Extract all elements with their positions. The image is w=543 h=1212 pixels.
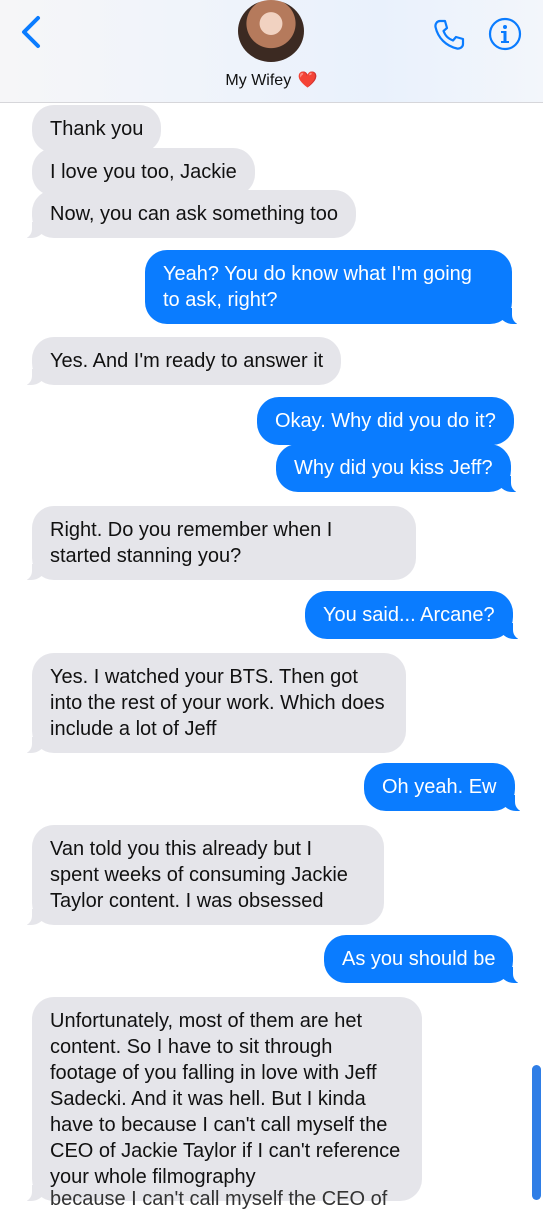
message-bubble-incoming[interactable]: Yes. And I'm ready to answer it bbox=[19, 337, 342, 386]
message-bubble-incoming[interactable]: Unfortunately, most of them are het cont… bbox=[20, 997, 422, 1202]
phone-icon[interactable] bbox=[432, 18, 466, 52]
message-thread[interactable]: Thank you I love you too, Jackie Now, yo… bbox=[0, 103, 543, 1202]
message-bubble-outgoing[interactable]: Why did you kiss Jeff? bbox=[276, 444, 523, 493]
message-bubble-incoming[interactable]: Van told you this already but I spent we… bbox=[20, 825, 384, 926]
message-bubble-outgoing[interactable]: Okay. Why did you do it? bbox=[257, 397, 514, 445]
conversation-header: My Wifey ❤️ bbox=[0, 0, 543, 103]
message-bubble-outgoing[interactable]: As you should be bbox=[324, 935, 526, 984]
message-bubble-outgoing[interactable]: You said... Arcane? bbox=[305, 591, 525, 640]
contact-name-text: My Wifey bbox=[225, 72, 292, 89]
back-chevron-icon[interactable] bbox=[16, 14, 50, 50]
message-bubble-incoming[interactable]: Right. Do you remember when I started st… bbox=[20, 506, 416, 581]
message-bubble-incoming[interactable]: Yes. I watched your BTS. Then got into t… bbox=[20, 653, 406, 754]
message-bubble-outgoing[interactable]: Oh yeah. Ew bbox=[364, 763, 526, 812]
heart-emoji: ❤️ bbox=[297, 72, 318, 89]
message-bubble-incoming[interactable]: Now, you can ask something too bbox=[20, 190, 356, 239]
message-bubble-incoming[interactable]: Thank you bbox=[32, 105, 162, 153]
info-icon[interactable] bbox=[488, 17, 522, 51]
contact-name[interactable]: My Wifey ❤️ bbox=[0, 70, 543, 90]
message-bubble-outgoing[interactable]: Yeah? You do know what I'm going to ask,… bbox=[145, 250, 524, 325]
avatar[interactable] bbox=[238, 0, 304, 62]
scrollbar[interactable] bbox=[532, 1065, 541, 1200]
message-bubble-incoming[interactable]: I love you too, Jackie bbox=[32, 148, 255, 196]
clipped-message-text: because I can't call myself the CEO of bbox=[50, 1188, 388, 1210]
